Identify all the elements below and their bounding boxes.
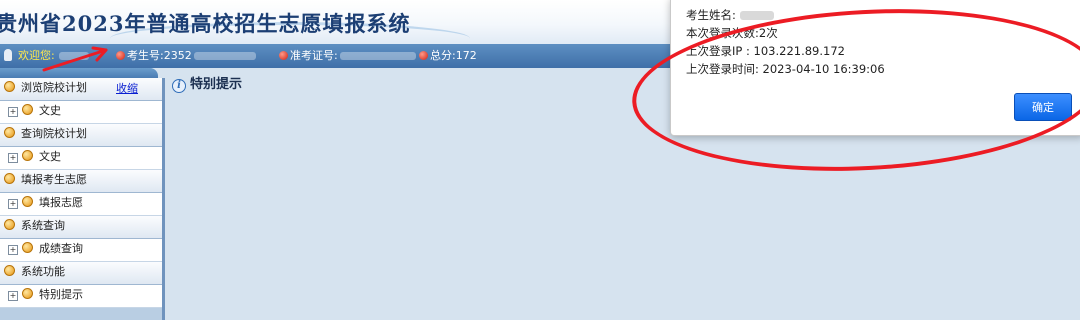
sidebar-section-system-query[interactable]: 系统查询 — [0, 216, 162, 239]
sidebar-item-label: 成绩查询 — [39, 242, 83, 255]
redacted-admission-ticket — [339, 52, 416, 60]
sidebar-section-fill-preferences[interactable]: 填报考生志愿 — [0, 170, 162, 193]
last-time-value: 2023-04-10 16:39:06 — [762, 62, 885, 76]
red-dot-icon — [279, 51, 288, 60]
expand-plus-icon[interactable]: + — [8, 291, 18, 301]
total-score-value: 172 — [455, 49, 477, 62]
login-count-label: 本次登录次数: — [686, 26, 759, 40]
sidebar-section-label: 查询院校计划 — [21, 127, 87, 140]
info-icon: i — [172, 79, 186, 93]
name-label: 考生姓名: — [686, 8, 736, 22]
sidebar-item-label: 文史 — [39, 150, 61, 163]
page-title-text: 特别提示 — [190, 77, 243, 92]
sidebar-item-fill-preferences[interactable]: + 填报志愿 — [0, 193, 162, 216]
dialog-name-row: 考生姓名: — [686, 7, 774, 23]
red-dot-icon — [419, 51, 428, 60]
exam-number-label: 考生号: — [127, 49, 164, 62]
welcome-label: 欢迎您: — [18, 49, 55, 62]
expand-plus-icon[interactable]: + — [8, 245, 18, 255]
dialog-last-ip-row: 上次登录IP : 103.221.89.172 — [686, 43, 845, 59]
sidebar-section-system-functions[interactable]: 系统功能 — [0, 262, 162, 285]
orange-bullet-icon — [22, 104, 33, 115]
total-score: 总分:172 — [419, 44, 477, 68]
sidebar-item-special-notice[interactable]: + 特别提示 — [0, 285, 162, 308]
login-info-dialog: 考生姓名: 本次登录次数:2次 上次登录IP : 103.221.89.172 … — [670, 0, 1080, 136]
collapse-link[interactable]: 收缩 — [116, 79, 138, 99]
expand-plus-icon[interactable]: + — [8, 199, 18, 209]
orange-bullet-icon — [4, 265, 15, 276]
sidebar-section-browse-plans[interactable]: 浏览院校计划 收缩 — [0, 78, 162, 101]
sidebar-section-label: 填报考生志愿 — [21, 173, 87, 186]
login-count-value: 2次 — [758, 26, 778, 40]
sidebar-item-label: 文史 — [39, 104, 61, 117]
sidebar-section-label: 系统查询 — [21, 219, 65, 232]
redacted-name — [739, 11, 774, 20]
user-icon — [4, 49, 12, 61]
sidebar-item-score-query[interactable]: + 成绩查询 — [0, 239, 162, 262]
ok-button[interactable]: 确定 — [1014, 93, 1072, 121]
orange-bullet-icon — [22, 150, 33, 161]
last-ip-value: 103.221.89.172 — [753, 44, 845, 58]
sidebar: 浏览院校计划 收缩 + 文史 查询院校计划 + 文史 填报考生志愿 + 填报志愿 系统… — [0, 78, 165, 320]
orange-bullet-icon — [4, 81, 15, 92]
sidebar-tab — [0, 68, 158, 78]
sidebar-item-query-arts[interactable]: + 文史 — [0, 147, 162, 170]
orange-bullet-icon — [4, 219, 15, 230]
sidebar-section-label: 浏览院校计划 — [21, 81, 87, 94]
expand-plus-icon[interactable]: + — [8, 153, 18, 163]
sidebar-section-label: 系统功能 — [21, 265, 65, 278]
admission-ticket-label: 准考证号: — [290, 49, 338, 62]
page-title: i 特别提示 — [172, 73, 242, 93]
expand-plus-icon[interactable]: + — [8, 107, 18, 117]
orange-bullet-icon — [4, 173, 15, 184]
user-info-welcome: 欢迎您: — [4, 44, 89, 68]
sidebar-section-query-plans[interactable]: 查询院校计划 — [0, 124, 162, 147]
orange-bullet-icon — [4, 127, 15, 138]
orange-bullet-icon — [22, 242, 33, 253]
admission-ticket: 准考证号: — [279, 44, 416, 68]
red-dot-icon — [116, 51, 125, 60]
redacted-exam-number — [193, 52, 256, 60]
redacted-name — [58, 52, 89, 60]
exam-number-value: 2352 — [163, 49, 192, 62]
dialog-last-time-row: 上次登录时间: 2023-04-10 16:39:06 — [686, 61, 885, 77]
last-ip-label: 上次登录IP : — [686, 44, 750, 58]
total-score-label: 总分: — [430, 49, 456, 62]
app-title: 贵州省2023年普通高校招生志愿填报系统 — [0, 11, 411, 36]
sidebar-item-label: 特别提示 — [39, 288, 83, 301]
orange-bullet-icon — [22, 196, 33, 207]
last-time-label: 上次登录时间: — [686, 62, 759, 76]
dialog-login-count-row: 本次登录次数:2次 — [686, 25, 778, 41]
orange-bullet-icon — [22, 288, 33, 299]
sidebar-item-browse-arts[interactable]: + 文史 — [0, 101, 162, 124]
exam-number: 考生号:2352 — [116, 44, 256, 68]
sidebar-item-label: 填报志愿 — [39, 196, 83, 209]
